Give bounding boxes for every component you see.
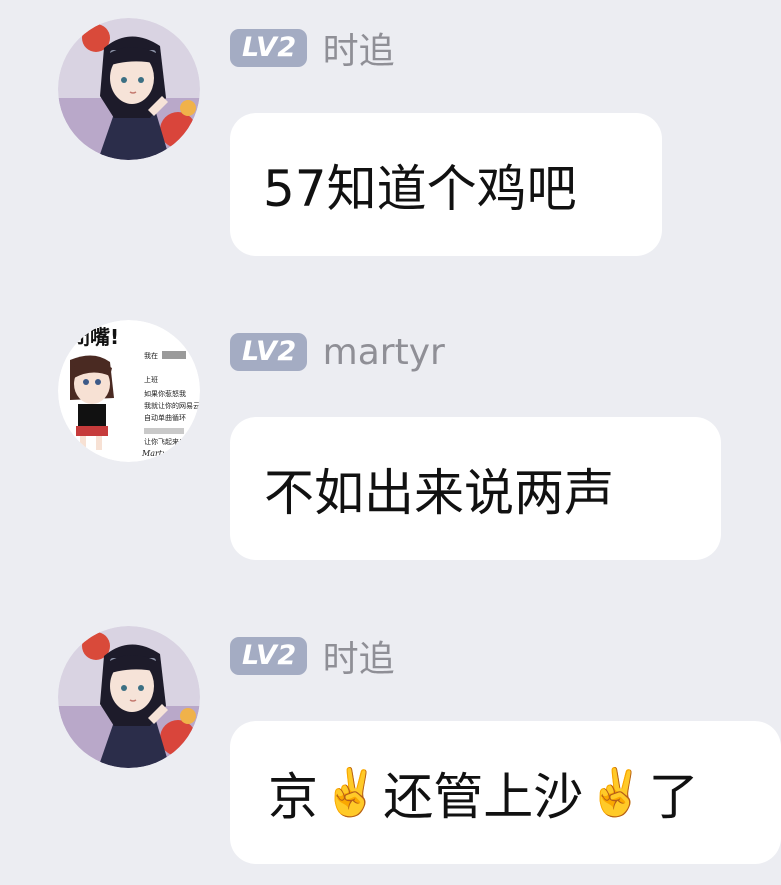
sticker-banner-text: 闭嘴! xyxy=(70,325,119,349)
sticker-signature: Martyr xyxy=(141,449,172,458)
sticker-line-4: 我就让你的网易云 xyxy=(144,401,200,410)
victory-hand-emoji-icon: ✌️ xyxy=(322,765,380,819)
message-text: 57知道个鸡吧 xyxy=(263,149,577,221)
chat-message: 闭嘴! 我在 上班 如果你惹怒我 我就让你的网易云 自动单曲循环 让你飞起来! … xyxy=(0,320,781,565)
chat-message: LV2 时追 京 ✌️ 还管上沙 ✌️ 了 xyxy=(0,626,781,871)
level-badge: LV2 xyxy=(230,29,307,67)
anime-girl-ninja-avatar-icon xyxy=(58,626,200,768)
avatar[interactable]: 闭嘴! 我在 上班 如果你惹怒我 我就让你的网易云 自动单曲循环 让你飞起来! … xyxy=(58,320,200,462)
sticker-line-3: 如果你惹怒我 xyxy=(144,389,186,398)
avatar[interactable] xyxy=(58,18,200,160)
level-badge: LV2 xyxy=(230,637,307,675)
message-bubble[interactable]: 57知道个鸡吧 xyxy=(230,113,662,256)
sticker-line-2: 上班 xyxy=(144,375,158,384)
sender-name[interactable]: 时追 xyxy=(323,22,395,74)
sticker-line-6: 让你飞起来! xyxy=(144,437,182,446)
victory-hand-emoji-icon: ✌️ xyxy=(587,765,645,819)
message-bubble[interactable]: 京 ✌️ 还管上沙 ✌️ 了 xyxy=(230,721,781,864)
anime-girl-sticker-avatar-icon: 闭嘴! 我在 上班 如果你惹怒我 我就让你的网易云 自动单曲循环 让你飞起来! … xyxy=(58,320,200,462)
anime-girl-ninja-avatar-icon xyxy=(58,18,200,160)
sticker-line-5: 自动单曲循环 xyxy=(144,413,186,422)
avatar[interactable] xyxy=(58,626,200,768)
message-meta: LV2 时追 xyxy=(230,636,395,680)
sticker-line-1: 我在 xyxy=(144,351,158,360)
sender-name[interactable]: 时追 xyxy=(323,630,395,682)
message-bubble[interactable]: 不如出来说两声 xyxy=(230,417,721,560)
message-text-part: 还管上沙 xyxy=(383,767,584,826)
sender-name[interactable]: martyr xyxy=(323,332,445,373)
message-meta: LV2 时追 xyxy=(230,28,395,72)
level-badge: LV2 xyxy=(230,333,307,371)
message-text-part: 57知道个鸡吧 xyxy=(263,159,577,218)
message-text: 京 ✌️ 还管上沙 ✌️ 了 xyxy=(268,757,699,829)
chat-message: LV2 时追 57知道个鸡吧 xyxy=(0,18,781,263)
message-text-part: 京 xyxy=(268,767,318,826)
message-meta: LV2 martyr xyxy=(230,332,445,373)
message-text: 不如出来说两声 xyxy=(264,453,614,525)
message-text-part: 了 xyxy=(648,767,699,826)
message-text-part: 不如出来说两声 xyxy=(264,463,614,522)
